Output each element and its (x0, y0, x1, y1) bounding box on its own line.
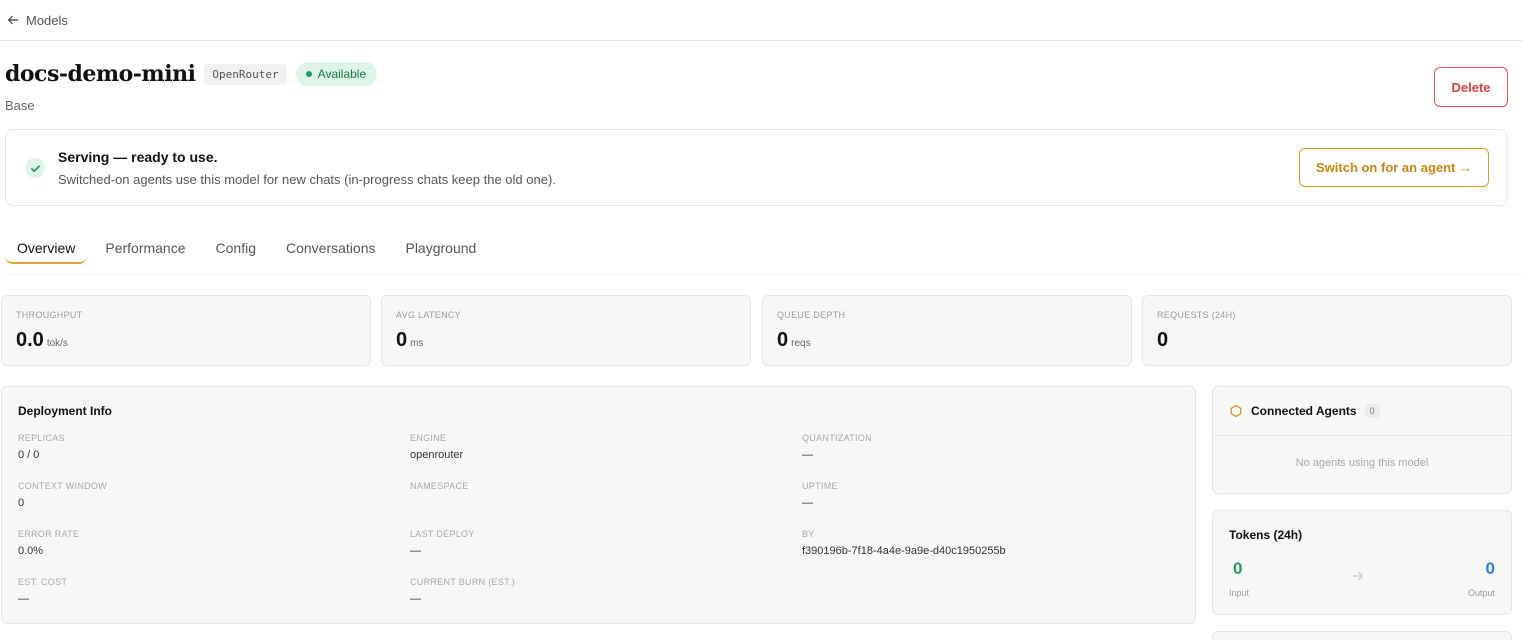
field-label: BY (802, 529, 815, 539)
model-name: docs-demo-mini (5, 61, 196, 87)
switch-on-agent-button[interactable]: Switch on for an agent → (1299, 148, 1489, 187)
field-value: — (18, 593, 29, 605)
serving-banner: Serving — ready to use. Switched-on agen… (5, 129, 1508, 206)
field-value: — (802, 497, 813, 509)
field-namespace: NAMESPACE (410, 481, 469, 497)
status-label: Available (317, 67, 367, 81)
field-label: QUANTIZATION (802, 433, 872, 443)
status-badge: Available (295, 62, 378, 86)
connected-agents-card: Connected Agents 0 No agents using this … (1212, 386, 1512, 494)
field-value: openrouter (410, 449, 464, 461)
tokens-title: Tokens (24h) (1229, 528, 1303, 542)
stat-value: 0 (1157, 329, 1171, 352)
arrow-left-icon (6, 13, 20, 27)
stat-number: 0.0 (16, 329, 44, 351)
connected-agents-header: Connected Agents 0 (1213, 387, 1511, 436)
tab-config[interactable]: Config (204, 234, 268, 264)
serving-description: Switched-on agents use this model for ne… (58, 172, 556, 187)
tokens-output-label: Output (1467, 588, 1495, 598)
tab-bar: Overview Performance Config Conversation… (5, 234, 1522, 275)
connected-agents-title: Connected Agents (1251, 404, 1357, 418)
stat-unit: reqs (791, 338, 811, 349)
stat-card-queue-depth: QUEUE DEPTH 0 reqs (762, 295, 1132, 366)
field-value: 0 / 0 (18, 449, 40, 461)
deployment-info-title: Deployment Info (18, 404, 113, 418)
deployment-info-card: Deployment Info REPLICAS 0 / 0 ENGINE op… (1, 386, 1196, 624)
tokens-input-value: 0 (1233, 559, 1243, 578)
stat-value: 0 ms (396, 329, 423, 352)
back-to-models-link[interactable]: Models (6, 13, 68, 28)
tokens-input-label: Input (1229, 588, 1250, 598)
field-label: CURRENT BURN (EST.) (410, 577, 516, 587)
field-deployed-by: BY f390196b-7f18-4a4e-9a9e-d40c1950255b (802, 529, 1006, 557)
tab-performance[interactable]: Performance (93, 234, 197, 264)
tokens-card: Tokens (24h) 0 Input 0 Output (1212, 510, 1512, 615)
field-label: ENGINE (410, 433, 447, 443)
field-value: — (410, 593, 421, 605)
field-label: CONTEXT WINDOW (18, 481, 108, 491)
field-label: ERROR RATE (18, 529, 80, 539)
tab-conversations[interactable]: Conversations (274, 234, 388, 264)
stat-unit: tok/s (46, 338, 68, 349)
field-last-deploy: LAST DEPLOY — (410, 529, 475, 557)
delete-button[interactable]: Delete (1434, 67, 1508, 107)
stat-card-avg-latency: AVG LATENCY 0 ms (381, 295, 751, 366)
stat-card-requests-24h: REQUESTS (24H) 0 (1142, 295, 1512, 366)
field-label: LAST DEPLOY (410, 529, 475, 539)
field-error-rate: ERROR RATE 0.0% (18, 529, 79, 557)
tab-playground[interactable]: Playground (393, 234, 488, 264)
next-card-partial (1212, 631, 1512, 640)
model-subtitle: Base (5, 98, 35, 113)
field-value: 0 (18, 497, 25, 509)
field-value: 0.0% (18, 545, 44, 557)
tab-overview[interactable]: Overview (5, 234, 88, 264)
field-label: UPTIME (802, 481, 838, 491)
back-link-label: Models (26, 12, 68, 28)
field-value: — (802, 449, 813, 461)
stat-value: 0.0 tok/s (16, 329, 68, 352)
stat-value: 0 reqs (777, 329, 811, 352)
field-label: EST. COST (18, 577, 68, 587)
stat-label: THROUGHPUT (16, 310, 83, 320)
field-current-burn: CURRENT BURN (EST.) — (410, 577, 515, 605)
connected-agents-count: 0 (1364, 404, 1380, 418)
hexagon-icon (1229, 404, 1243, 418)
stat-number: 0 (396, 329, 408, 351)
provider-badge: OpenRouter (204, 63, 287, 85)
field-est-cost: EST. COST — (18, 577, 67, 605)
title-row: docs-demo-mini OpenRouter Available (5, 61, 378, 87)
tokens-output-value: 0 (1485, 559, 1495, 578)
stat-card-throughput: THROUGHPUT 0.0 tok/s (1, 295, 371, 366)
field-value: f390196b-7f18-4a4e-9a9e-d40c1950255b (802, 545, 1006, 557)
stat-label: QUEUE DEPTH (777, 310, 846, 320)
field-label: NAMESPACE (410, 481, 469, 491)
model-header: docs-demo-mini OpenRouter Available Base (5, 61, 378, 113)
check-icon (25, 158, 45, 178)
stat-number: 0 (1157, 329, 1169, 351)
stat-label: REQUESTS (24H) (1157, 310, 1236, 320)
status-dot-icon (305, 71, 312, 77)
top-bar: Models (0, 0, 1522, 41)
no-agents-message: No agents using this model (1295, 457, 1429, 469)
field-context-window: CONTEXT WINDOW 0 (18, 481, 107, 509)
stat-number: 0 (777, 329, 789, 351)
arrow-right-icon (1351, 569, 1365, 583)
field-value: — (410, 545, 421, 557)
field-replicas: REPLICAS 0 / 0 (18, 433, 65, 461)
serving-title: Serving — ready to use. (58, 149, 218, 165)
field-label: REPLICAS (18, 433, 65, 443)
field-engine: ENGINE openrouter (410, 433, 463, 461)
stat-label: AVG LATENCY (396, 310, 461, 320)
field-uptime: UPTIME — (802, 481, 838, 509)
stat-unit: ms (410, 338, 424, 349)
field-quantization: QUANTIZATION — (802, 433, 872, 461)
